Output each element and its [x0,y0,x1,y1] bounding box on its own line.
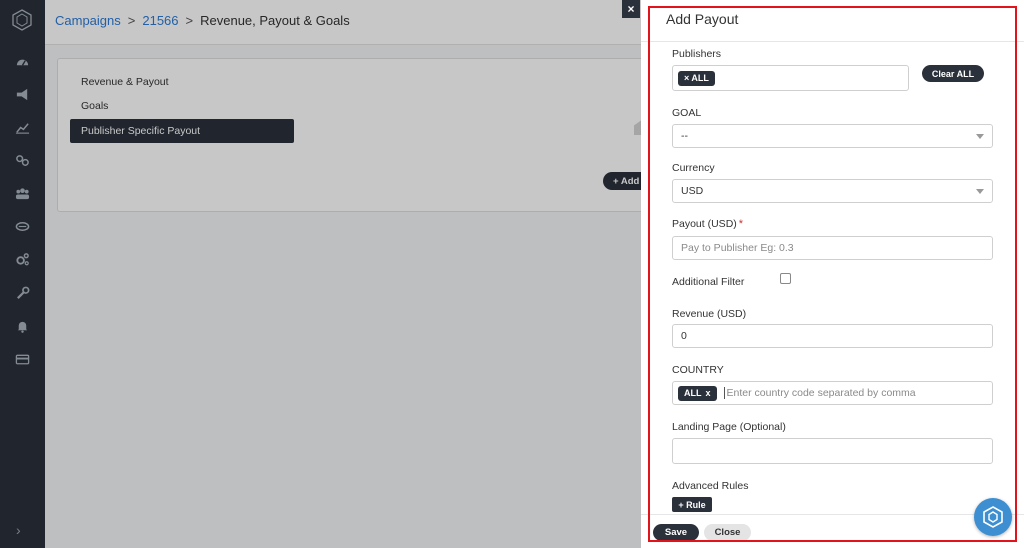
close-drawer-button[interactable]: × [622,0,640,18]
landing-page-label: Landing Page (Optional) [672,421,786,433]
publisher-chip-all[interactable]: × ALL [678,70,715,86]
country-chip-label: ALL [684,388,702,398]
revenue-input-value: 0 [681,330,687,342]
revenue-input[interactable]: 0 [672,324,993,348]
save-button[interactable]: Save [653,524,699,541]
add-payout-drawer: Add Payout Publishers × ALL Clear ALL GO… [641,0,1024,548]
close-button[interactable]: Close [704,524,751,541]
help-button[interactable] [974,498,1012,536]
additional-filter-label: Additional Filter [672,276,745,288]
additional-filter-checkbox[interactable] [780,273,791,284]
country-chip-all[interactable]: ALL x [678,385,717,401]
goal-label: GOAL [672,107,702,119]
goal-select-value: -- [681,130,688,142]
add-rule-button[interactable]: + Rule [672,497,712,512]
drawer-header: Add Payout [641,0,1024,42]
payout-label: Payout (USD) * [672,218,743,230]
country-input[interactable]: ALL x Enter country code separated by com… [672,381,993,405]
chevron-down-icon [976,134,984,139]
required-marker: * [738,218,744,230]
payout-input-placeholder: Pay to Publisher Eg: 0.3 [681,242,794,254]
revenue-label: Revenue (USD) [672,308,747,320]
currency-label: Currency [672,162,715,174]
drawer-title: Add Payout [666,11,739,27]
country-input-placeholder: Enter country code separated by comma [723,387,916,399]
currency-select[interactable]: USD [672,179,993,203]
goal-select[interactable]: -- [672,124,993,148]
currency-select-value: USD [681,185,704,197]
country-chip-remove-icon[interactable]: x [706,388,711,398]
country-label: COUNTRY [672,364,724,376]
modal-backdrop[interactable] [0,0,641,548]
payout-label-text: Payout (USD) [672,218,737,230]
advanced-rules-label: Advanced Rules [672,480,749,492]
lifebuoy-icon [983,506,1003,528]
landing-page-input[interactable] [672,438,993,464]
clear-all-button[interactable]: Clear ALL [922,65,984,82]
chevron-down-icon [976,189,984,194]
publishers-label: Publishers [672,48,722,60]
drawer-footer: Save Close [641,514,1024,548]
payout-input[interactable]: Pay to Publisher Eg: 0.3 [672,236,993,260]
publishers-select[interactable]: × ALL [672,65,909,91]
